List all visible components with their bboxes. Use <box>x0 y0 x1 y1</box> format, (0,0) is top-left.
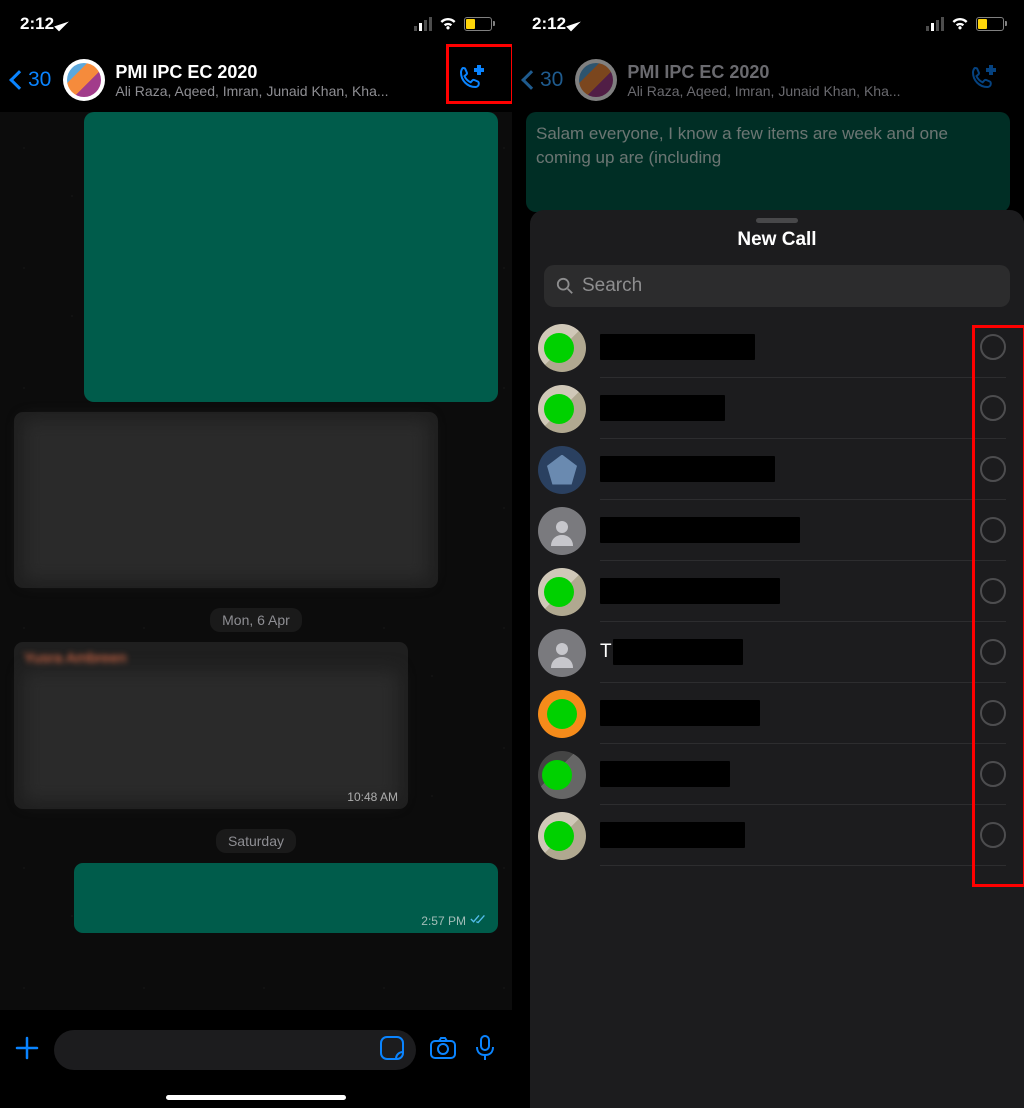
contact-name-redacted <box>600 517 800 543</box>
contact-row[interactable] <box>530 683 1024 744</box>
contact-name-redacted <box>600 822 745 848</box>
contact-row[interactable] <box>530 317 1024 378</box>
contact-list[interactable]: T <box>530 317 1024 1108</box>
sticker-icon[interactable] <box>378 1034 406 1067</box>
outgoing-message[interactable]: 2:57 PM <box>74 863 498 933</box>
chat-messages[interactable]: Mon, 6 Apr Yusra Ambreen 10:48 AM Saturd… <box>0 112 512 1010</box>
contact-avatar <box>538 568 586 616</box>
location-icon <box>566 17 581 32</box>
contact-name-redacted <box>613 639 743 665</box>
sheet-title: New Call <box>530 229 1024 251</box>
contact-avatar <box>538 690 586 738</box>
date-separator: Saturday <box>216 829 296 853</box>
group-avatar[interactable] <box>63 59 105 101</box>
chevron-left-icon <box>521 70 541 90</box>
contact-name-redacted <box>600 456 775 482</box>
contact-row[interactable] <box>530 500 1024 561</box>
wifi-icon <box>438 14 458 35</box>
search-placeholder: Search <box>582 275 642 297</box>
wifi-icon <box>950 14 970 35</box>
search-icon <box>556 277 574 295</box>
contact-row[interactable] <box>530 561 1024 622</box>
screenshot-right: 2:12 30 PMI IPC EC 2020 Ali Raza, Aqeed,… <box>512 0 1024 1108</box>
contact-name-redacted <box>600 395 725 421</box>
read-ticks-icon <box>470 913 488 928</box>
contact-row[interactable] <box>530 805 1024 866</box>
outgoing-image-message[interactable] <box>84 112 498 402</box>
chevron-left-icon <box>9 70 29 90</box>
date-separator: Mon, 6 Apr <box>210 608 302 632</box>
chat-title: PMI IPC EC 2020 <box>115 62 438 83</box>
phone-plus-icon <box>968 63 998 98</box>
location-icon <box>54 17 69 32</box>
header-text-area: PMI IPC EC 2020 Ali Raza, Aqeed, Imran, … <box>627 62 950 99</box>
battery-icon <box>464 17 492 31</box>
chat-subtitle: Ali Raza, Aqeed, Imran, Junaid Khan, Kha… <box>115 83 438 99</box>
search-input[interactable]: Search <box>544 265 1010 307</box>
call-button <box>950 52 1016 108</box>
new-call-sheet: New Call Search T <box>530 210 1024 1108</box>
message-time: 2:57 PM <box>421 913 488 928</box>
contact-name-redacted <box>600 578 780 604</box>
contact-avatar <box>538 324 586 372</box>
group-avatar <box>575 59 617 101</box>
home-indicator[interactable] <box>166 1095 346 1100</box>
contact-row[interactable]: T <box>530 622 1024 683</box>
contact-row[interactable] <box>530 439 1024 500</box>
contact-name-redacted <box>600 761 730 787</box>
chat-header: 30 PMI IPC EC 2020 Ali Raza, Aqeed, Imra… <box>0 48 512 112</box>
attach-button[interactable] <box>12 1033 42 1068</box>
contact-row[interactable] <box>530 378 1024 439</box>
status-time: 2:12 <box>20 14 54 34</box>
status-time: 2:12 <box>532 14 566 34</box>
message-time: 10:48 AM <box>347 790 398 804</box>
screenshot-left: 2:12 30 PMI IPC EC 2020 Ali Raza, Aqeed,… <box>0 0 512 1108</box>
dimmed-message-behind: Salam everyone, I know a few items are w… <box>526 112 1010 212</box>
sheet-drag-handle[interactable] <box>756 218 798 223</box>
contact-name-redacted <box>600 700 760 726</box>
message-input[interactable] <box>54 1030 416 1070</box>
cellular-signal-icon <box>926 17 944 31</box>
back-button[interactable]: 30 <box>12 68 51 92</box>
status-bar: 2:12 <box>512 0 1024 48</box>
incoming-message[interactable]: Yusra Ambreen 10:48 AM <box>14 642 408 809</box>
contact-avatar <box>538 385 586 433</box>
contact-avatar <box>538 446 586 494</box>
sender-name: Yusra Ambreen <box>24 650 398 667</box>
chat-subtitle: Ali Raza, Aqeed, Imran, Junaid Khan, Kha… <box>627 83 950 99</box>
contact-avatar <box>538 751 586 799</box>
annotation-highlight-call <box>446 44 512 104</box>
incoming-message[interactable] <box>14 412 438 588</box>
header-text-area[interactable]: PMI IPC EC 2020 Ali Raza, Aqeed, Imran, … <box>115 62 438 99</box>
chat-header-dimmed: 30 PMI IPC EC 2020 Ali Raza, Aqeed, Imra… <box>512 48 1024 112</box>
back-button: 30 <box>524 68 563 92</box>
annotation-highlight-radios <box>972 325 1024 887</box>
camera-button[interactable] <box>428 1033 458 1068</box>
unread-count: 30 <box>28 68 51 92</box>
unread-count: 30 <box>540 68 563 92</box>
contact-name-redacted <box>600 334 755 360</box>
chat-title: PMI IPC EC 2020 <box>627 62 950 83</box>
contact-avatar <box>538 629 586 677</box>
battery-icon <box>976 17 1004 31</box>
contact-row[interactable] <box>530 744 1024 805</box>
mic-button[interactable] <box>470 1033 500 1068</box>
status-bar: 2:12 <box>0 0 512 48</box>
contact-avatar <box>538 812 586 860</box>
cellular-signal-icon <box>414 17 432 31</box>
chat-input-bar <box>0 1022 512 1078</box>
contact-avatar <box>538 507 586 555</box>
